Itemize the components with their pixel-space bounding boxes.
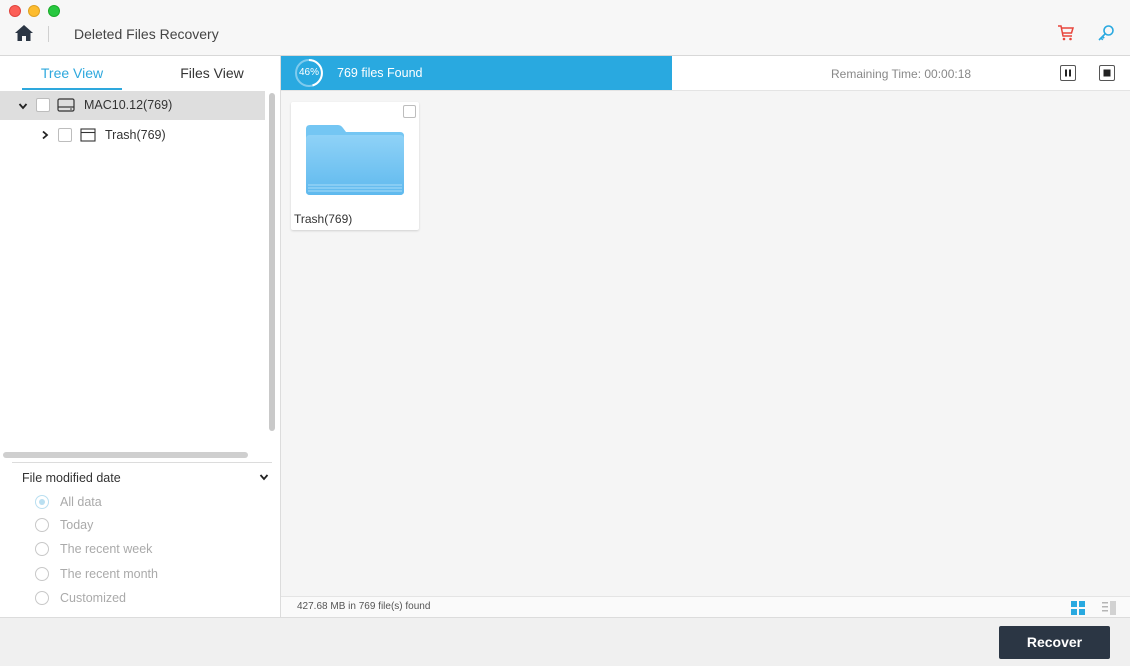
title-bar: Deleted Files Recovery	[0, 0, 1130, 56]
filter-option-label: Customized	[60, 591, 126, 605]
recover-button[interactable]: Recover	[999, 626, 1110, 659]
close-window-button[interactable]	[9, 5, 21, 17]
cart-icon[interactable]	[1057, 24, 1075, 42]
chevron-down-icon[interactable]	[18, 101, 28, 111]
left-panel: Tree View Files View MAC10.12(769) Trash…	[0, 56, 281, 617]
results-area: Trash(769)	[281, 91, 1130, 596]
progress-percent: 46%	[298, 67, 319, 78]
filter-title: File modified date	[22, 471, 121, 485]
radio-customized[interactable]	[35, 591, 49, 605]
key-icon[interactable]	[1097, 24, 1115, 42]
filter-option-label: All data	[60, 495, 102, 509]
radio-today[interactable]	[35, 518, 49, 532]
footer-bar: Recover	[0, 617, 1130, 666]
tree-trash-checkbox[interactable]	[58, 128, 72, 142]
radio-recent-month[interactable]	[35, 567, 49, 581]
view-tabs: Tree View Files View	[0, 56, 280, 91]
filter-option-label: The recent week	[60, 542, 153, 556]
tab-tree-view[interactable]: Tree View	[22, 56, 122, 91]
title-separator	[48, 26, 49, 42]
stop-button[interactable]	[1099, 65, 1115, 81]
files-found-count: 769 files Found	[337, 66, 423, 80]
tab-files-view[interactable]: Files View	[162, 56, 262, 91]
tree-horizontal-scrollbar[interactable]	[3, 452, 248, 458]
scan-progress-bar: 46% 769 files Found Remaining Time: 00:0…	[281, 56, 1130, 91]
status-summary: 427.68 MB in 769 file(s) found	[297, 601, 431, 612]
app-title: Deleted Files Recovery	[74, 26, 219, 42]
tree-item-trash[interactable]: Trash(769)	[0, 121, 265, 150]
result-folder-card[interactable]: Trash(769)	[291, 102, 419, 230]
tree-root-checkbox[interactable]	[36, 98, 50, 112]
folder-card-label: Trash(769)	[294, 212, 353, 226]
pause-icon	[1065, 69, 1071, 77]
chevron-right-icon[interactable]	[40, 130, 50, 140]
chevron-down-icon[interactable]	[259, 472, 269, 482]
folder-icon	[80, 128, 96, 142]
zoom-window-button[interactable]	[48, 5, 60, 17]
tree-root-label: MAC10.12(769)	[84, 98, 173, 112]
list-view-icon[interactable]	[1102, 601, 1116, 615]
home-icon[interactable]	[14, 24, 34, 42]
hard-drive-icon	[57, 98, 75, 112]
status-bar: 427.68 MB in 769 file(s) found	[281, 596, 1130, 617]
filter-option-label: Today	[60, 518, 94, 532]
radio-all-data[interactable]	[35, 495, 49, 509]
minimize-window-button[interactable]	[28, 5, 40, 17]
filter-divider	[12, 462, 272, 463]
tree-item-root[interactable]: MAC10.12(769)	[0, 91, 265, 120]
tree-vertical-scrollbar[interactable]	[269, 93, 275, 431]
pause-button[interactable]	[1060, 65, 1076, 81]
tree-trash-label: Trash(769)	[105, 128, 166, 142]
stop-icon	[1103, 69, 1111, 77]
remaining-time: Remaining Time: 00:00:18	[831, 67, 972, 81]
filter-option-label: The recent month	[60, 567, 158, 581]
folder-icon	[306, 125, 404, 195]
radio-recent-week[interactable]	[35, 542, 49, 556]
grid-view-icon[interactable]	[1071, 601, 1085, 615]
